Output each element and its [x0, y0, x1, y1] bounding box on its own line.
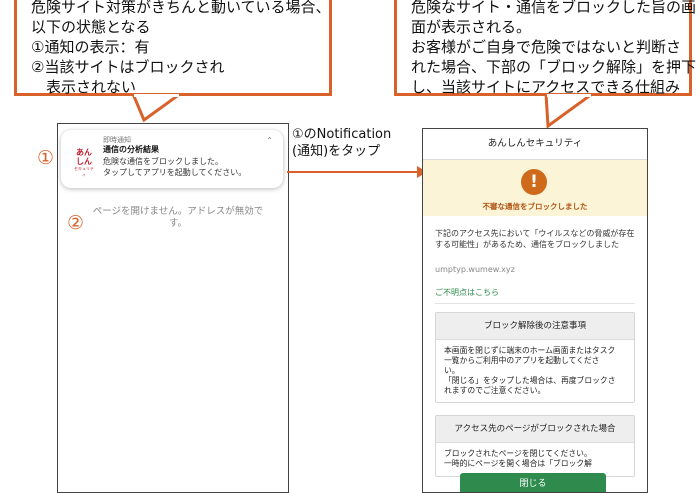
callout-left-line: 危険サイト対策がきちんと動いている場合、 [31, 0, 331, 16]
step-label-line-2: (通知)をタップ [292, 144, 381, 159]
callout-right-line: れた場合、下部の「ブロック解除」を押下 [411, 58, 697, 76]
callout-left-pointer [131, 94, 183, 122]
phone-app-screen: あんしんセキュリティ ! 不審な通信をブロックしました 下記のアクセス先において… [422, 128, 648, 493]
callout-left-line: ②当該サイトはブロックされ [31, 58, 225, 76]
warning-icon: ! [521, 169, 547, 195]
chevron-icon[interactable]: ⌃ [266, 136, 273, 145]
notice-page-blocked: アクセス先のページがブロックされた場合 ブロックされたページを閉じてください。 … [435, 415, 635, 477]
help-link[interactable]: ご不明点はこちら [435, 287, 499, 298]
close-button[interactable]: 閉じる [460, 473, 606, 492]
divider [435, 303, 635, 304]
notification-title: 通信の分析結果 [103, 145, 159, 154]
block-description: 下記のアクセス先において「ウイルスなどの脅威が存在する可能性」があるため、通信を… [435, 229, 635, 249]
blocked-url: umptyp.wumew.xyz [435, 265, 515, 274]
marker-two: ② [67, 212, 85, 234]
notice-after-unblock-body: 本画面を閉じずに端末のホーム画面またはタスク 一覧からご利用中のアプリを起動して… [444, 346, 616, 395]
anshin-logo-icon: あんしん セキュリティ [74, 148, 94, 177]
notification-line-1: 危険な通信をブロックしました。 [103, 157, 223, 166]
notification-line-2: タップしてアプリを起動してください。 [103, 168, 247, 177]
warning-panel: ! 不審な通信をブロックしました [423, 160, 647, 216]
callout-right-line: 面が表示される。 [411, 18, 532, 36]
callout-right: 危険なサイト・通信をブロックした旨の画 面が表示される。 お客様がご自身で危険で… [394, 0, 697, 96]
callout-right-line: お客様がご自身で危険ではないと判断さ [411, 38, 682, 56]
callout-right-pointer [544, 94, 595, 129]
warning-title: 不審な通信をブロックしました [482, 202, 588, 211]
callout-left: 危険サイト対策がきちんと動いている場合、 以下の状態となる ①通知の表示：有 ②… [14, 0, 332, 96]
marker-one: ① [37, 147, 55, 169]
notice-page-blocked-title: アクセス先のページがブロックされた場合 [436, 416, 634, 443]
callout-right-line: 危険なサイト・通信をブロックした旨の画 [411, 0, 697, 16]
notice-after-unblock: ブロック解除後の注意事項 本画面を閉じずに端末のホーム画面またはタスク 一覧から… [435, 312, 635, 403]
browser-error-message: ページを開けません。アドレスが無効です。 [92, 206, 264, 229]
phone-browser-screen: あんしん セキュリティ 即時通知 通信の分析結果 危険な通信をブロックしました。… [57, 123, 289, 493]
app-header-title: あんしんセキュリティ [423, 129, 647, 160]
push-notification[interactable]: あんしん セキュリティ 即時通知 通信の分析結果 危険な通信をブロックしました。… [61, 130, 283, 188]
notice-after-unblock-title: ブロック解除後の注意事項 [436, 313, 634, 340]
callout-left-line: 以下の状態となる [31, 18, 151, 36]
notice-page-blocked-body: ブロックされたページを閉じてください。 一時的にページを開く場合は「ブロック解 [444, 449, 592, 468]
callout-left-line: ①通知の表示：有 [31, 38, 150, 56]
